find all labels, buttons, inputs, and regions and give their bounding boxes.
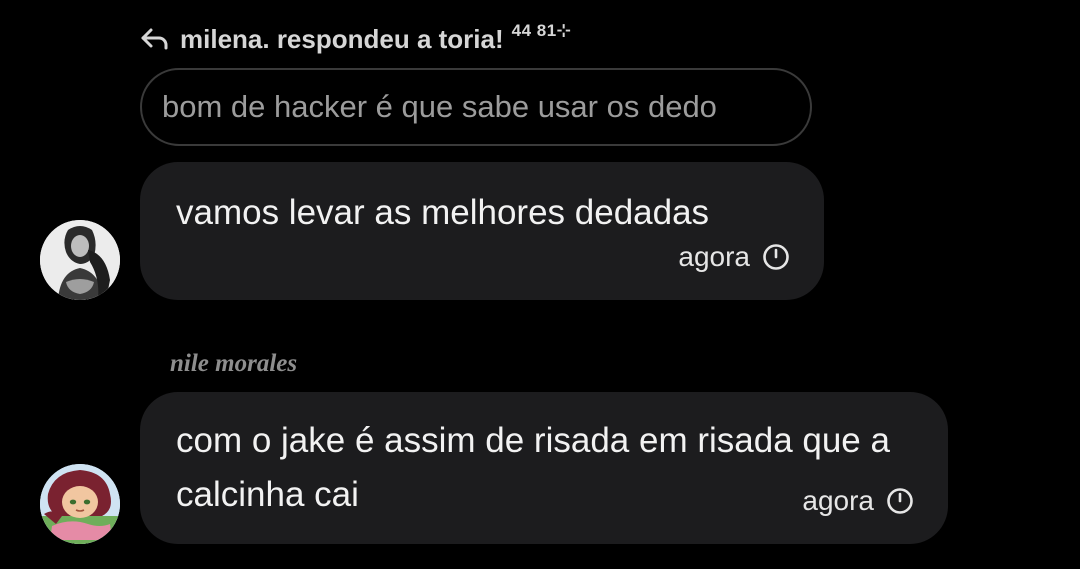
sender-name: nile morales [170, 350, 298, 377]
message-bubble[interactable]: vamos levar as melhores dedadas agora [140, 162, 824, 300]
timestamp-label: agora [802, 485, 874, 516]
timestamp-label: agora [678, 241, 750, 272]
message-text: vamos levar as melhores dedadas [176, 193, 710, 232]
user-avatar-photo [40, 220, 120, 300]
message-timestamp: agora [802, 485, 914, 517]
clock-icon [762, 243, 790, 271]
reply-arrow-icon [140, 26, 170, 52]
quoted-message[interactable]: bom de hacker é que sabe usar os dedo [140, 68, 812, 146]
reply-context-numbers: 44 81⊹ [511, 21, 572, 40]
reply-context-header[interactable]: milena. respondeu a toria! 44 81⊹ [140, 21, 572, 56]
user-avatar-cartoon [40, 464, 120, 544]
message-bubble[interactable]: com o jake é assim de risada em risada q… [140, 392, 948, 544]
clock-icon [886, 487, 914, 515]
message-timestamp: agora [678, 241, 790, 273]
quoted-message-text: bom de hacker é que sabe usar os dedo [162, 89, 717, 124]
avatar[interactable] [40, 464, 120, 544]
avatar[interactable] [40, 220, 120, 300]
chat-screen: milena. respondeu a toria! 44 81⊹ bom de… [0, 0, 1080, 569]
reply-context-text: milena. respondeu a toria! [180, 23, 504, 54]
